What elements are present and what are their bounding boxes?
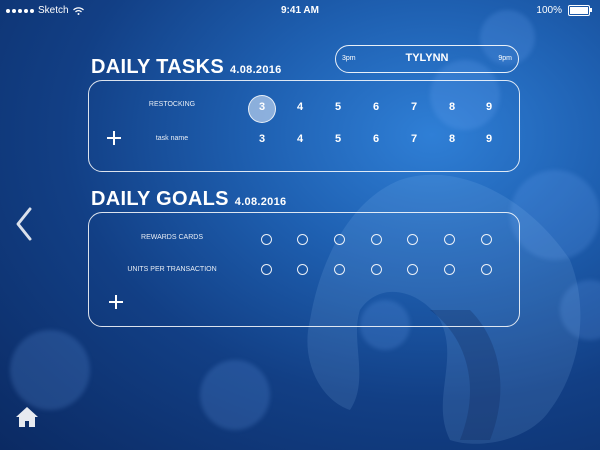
goal-row-label: REWARDS CARDS: [141, 234, 203, 241]
goal-checkbox[interactable]: [371, 234, 382, 245]
status-time: 9:41 AM: [281, 5, 319, 16]
daily-tasks-heading: DAILY TASKS 4.08.2016: [91, 56, 282, 79]
shift-employee-name: TYLYNN: [405, 52, 449, 64]
add-goal-button[interactable]: [109, 295, 123, 309]
daily-goals-date: 4.08.2016: [234, 196, 287, 208]
goal-checkbox[interactable]: [261, 264, 272, 275]
task-day-6[interactable]: 6: [366, 133, 386, 145]
bokeh-light: [560, 280, 600, 340]
goal-checkbox[interactable]: [407, 264, 418, 275]
task-day-7[interactable]: 7: [404, 101, 424, 113]
task-day-9[interactable]: 9: [479, 101, 499, 113]
task-day-4[interactable]: 4: [290, 133, 310, 145]
task-day-7[interactable]: 7: [404, 133, 424, 145]
task-day-3[interactable]: 3: [252, 133, 272, 145]
task-day-9[interactable]: 9: [479, 133, 499, 145]
bokeh-light: [10, 330, 90, 410]
shift-end: 9pm: [498, 55, 512, 62]
chevron-left-icon[interactable]: [14, 206, 34, 242]
goal-checkbox[interactable]: [481, 234, 492, 245]
goal-checkbox[interactable]: [297, 264, 308, 275]
daily-tasks-date: 4.08.2016: [229, 64, 282, 76]
bokeh-light: [510, 170, 600, 260]
task-row-label: task name: [155, 135, 189, 142]
goal-row-label: UNITS PER TRANSACTION: [127, 266, 217, 273]
task-row-label: RESTOCKING: [148, 101, 196, 108]
goal-checkbox[interactable]: [334, 234, 345, 245]
goal-checkbox[interactable]: [334, 264, 345, 275]
task-day-5[interactable]: 5: [328, 133, 348, 145]
goal-checkbox[interactable]: [261, 234, 272, 245]
goal-checkbox[interactable]: [371, 264, 382, 275]
daily-goals-title: DAILY GOALS: [91, 188, 229, 210]
bokeh-light: [200, 360, 270, 430]
goal-checkbox[interactable]: [444, 234, 455, 245]
task-day-6[interactable]: 6: [366, 101, 386, 113]
task-day-8[interactable]: 8: [442, 133, 462, 145]
task-day-3[interactable]: 3: [248, 95, 276, 123]
task-day-4[interactable]: 4: [290, 101, 310, 113]
home-icon[interactable]: [14, 405, 40, 429]
battery-icon: [568, 5, 592, 16]
daily-tasks-title: DAILY TASKS: [91, 56, 224, 78]
status-bar: Sketch 9:41 AM 100%: [0, 0, 600, 20]
daily-goals-heading: DAILY GOALS 4.08.2016: [91, 188, 286, 211]
add-task-button[interactable]: [107, 131, 121, 145]
goal-checkbox[interactable]: [481, 264, 492, 275]
daily-tasks-panel: [88, 80, 520, 172]
shift-selector[interactable]: 3pm TYLYNN 9pm: [335, 45, 519, 73]
task-day-8[interactable]: 8: [442, 101, 462, 113]
goal-checkbox[interactable]: [297, 234, 308, 245]
task-day-5[interactable]: 5: [328, 101, 348, 113]
battery-percent: 100%: [536, 5, 562, 16]
goal-checkbox[interactable]: [444, 264, 455, 275]
goal-checkbox[interactable]: [407, 234, 418, 245]
